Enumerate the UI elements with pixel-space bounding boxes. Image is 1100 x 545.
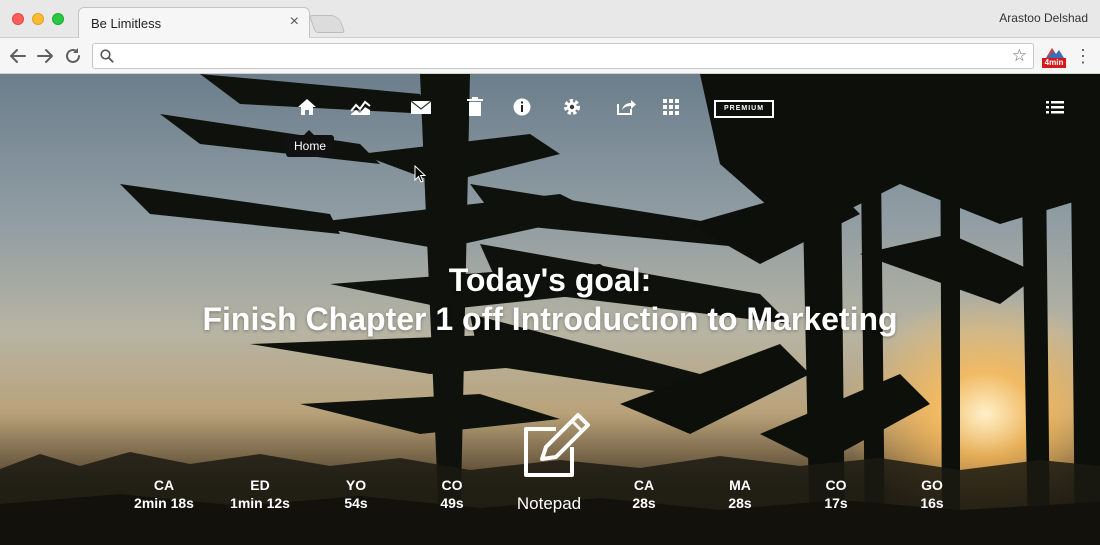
site-timer[interactable]: CA 2min 18s — [124, 477, 204, 512]
site-timer[interactable]: CA 28s — [604, 477, 684, 512]
site-abbr: MA — [729, 477, 751, 493]
profile-name[interactable]: Arastoo Delshad — [999, 11, 1088, 25]
maximize-window-button[interactable] — [52, 13, 64, 25]
notepad-pencil-icon — [524, 413, 590, 477]
site-abbr: CA — [153, 477, 175, 493]
reload-icon — [66, 48, 80, 63]
notepad-button[interactable]: Notepad — [508, 409, 590, 514]
site-abbr: CO — [825, 477, 847, 493]
site-abbr: YO — [345, 477, 367, 493]
search-icon — [100, 49, 114, 63]
share-button[interactable] — [614, 96, 638, 118]
goal-heading: Today's goal: — [448, 262, 652, 298]
new-tab-page: PREMIUM Home Today's goal: Finish Chapte… — [0, 74, 1100, 545]
graph-icon — [350, 100, 371, 115]
address-input[interactable] — [121, 47, 1005, 67]
site-timer[interactable]: CO 17s — [796, 477, 876, 512]
address-bar[interactable]: ☆ — [92, 43, 1034, 69]
close-window-button[interactable] — [12, 13, 24, 25]
notepad-label: Notepad — [516, 494, 582, 513]
mouse-cursor-icon — [414, 165, 426, 183]
info-icon — [513, 98, 531, 116]
tab-close-icon[interactable]: × — [290, 14, 299, 30]
home-button[interactable] — [295, 96, 319, 118]
site-time: 1min 12s — [230, 495, 290, 511]
home-tooltip: Home — [286, 130, 334, 157]
browser-toolbar: ☆ 4min ⋮ — [0, 38, 1100, 74]
browser-tab[interactable]: Be Limitless × — [78, 7, 310, 39]
premium-button[interactable]: PREMIUM — [714, 100, 774, 118]
minimize-window-button[interactable] — [32, 13, 44, 25]
site-time: 28s — [632, 495, 656, 511]
browser-menu-icon[interactable]: ⋮ — [1074, 46, 1092, 66]
new-tab-button[interactable] — [308, 15, 346, 33]
tab-title: Be Limitless — [91, 16, 162, 31]
trash-icon — [467, 97, 483, 116]
settings-button[interactable] — [560, 96, 584, 118]
gear-icon — [564, 99, 580, 115]
site-time: 2min 18s — [134, 495, 194, 511]
browser-titlebar: Be Limitless × Arastoo Delshad — [0, 0, 1100, 39]
extension-4min-button[interactable]: 4min — [1042, 46, 1066, 68]
arrow-right-icon — [37, 49, 53, 63]
grid-icon — [663, 99, 679, 115]
reload-button[interactable] — [62, 45, 84, 67]
extension-badge: 4min — [1042, 58, 1066, 68]
site-abbr: GO — [921, 477, 943, 493]
share-icon — [617, 100, 636, 115]
site-abbr: CA — [633, 477, 655, 493]
arrow-left-icon — [10, 49, 26, 63]
info-button[interactable] — [510, 96, 534, 118]
mail-button[interactable] — [409, 96, 433, 118]
trash-button[interactable] — [463, 96, 487, 118]
apps-button[interactable] — [659, 96, 683, 118]
menu-list-button[interactable] — [1043, 96, 1067, 118]
mail-icon — [410, 100, 432, 114]
top-navigation: PREMIUM — [0, 74, 1100, 134]
site-time: 49s — [440, 495, 464, 511]
site-time: 17s — [824, 495, 848, 511]
site-timer[interactable]: YO 54s — [316, 477, 396, 512]
back-button[interactable] — [7, 45, 29, 67]
site-timer[interactable]: CO 49s — [412, 477, 492, 512]
forward-button[interactable] — [34, 45, 56, 67]
home-icon — [298, 99, 316, 115]
site-timer[interactable]: GO 16s — [892, 477, 972, 512]
site-time: 54s — [344, 495, 368, 511]
stats-button[interactable] — [349, 96, 373, 118]
site-abbr: CO — [441, 477, 463, 493]
bookmark-star-icon[interactable]: ☆ — [1012, 46, 1027, 66]
list-icon — [1046, 101, 1064, 114]
site-time: 28s — [728, 495, 752, 511]
site-timer[interactable]: MA 28s — [700, 477, 780, 512]
site-time: 16s — [920, 495, 944, 511]
site-timer[interactable]: ED 1min 12s — [220, 477, 300, 512]
goal-text[interactable]: Finish Chapter 1 off Introduction to Mar… — [0, 301, 1100, 338]
site-abbr: ED — [250, 477, 270, 493]
